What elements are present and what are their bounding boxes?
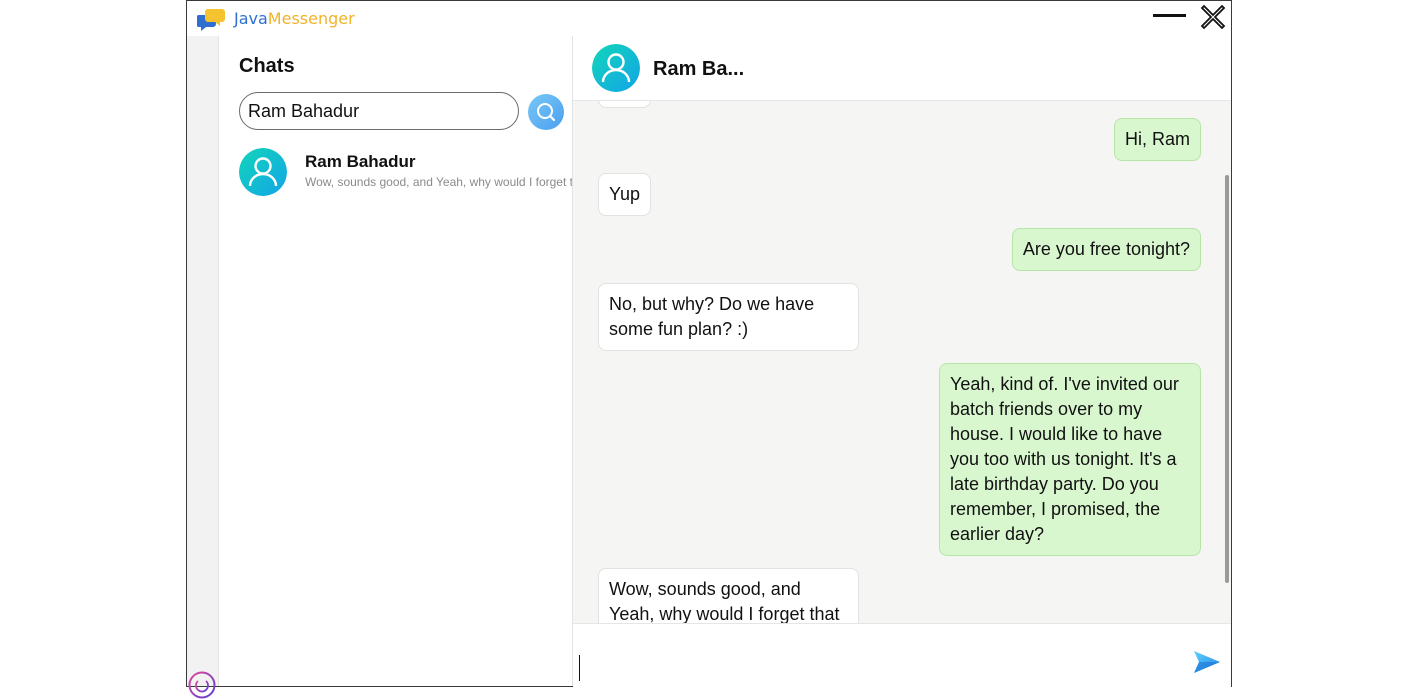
conversation-header: Ram Ba... [573, 36, 1231, 101]
search-input[interactable] [239, 92, 519, 130]
avatar [239, 148, 287, 196]
app-title: JavaMessenger [234, 9, 355, 28]
contact-name: Ram Ba... [653, 58, 745, 80]
chats-panel: Chats Ram Bahadur Ram Bahadur Wow, sound… [219, 36, 573, 686]
composer [573, 623, 1231, 687]
send-icon [1194, 651, 1220, 673]
message-outgoing: Are you free tonight? [1011, 228, 1201, 271]
message-input[interactable] [579, 642, 1183, 674]
message-scrollbar[interactable] [1225, 175, 1229, 583]
send-button[interactable] [1193, 648, 1221, 676]
app-title-part1: Java [234, 9, 268, 28]
message-incoming: Yup [598, 173, 652, 216]
chats-title: Chats [239, 55, 295, 77]
chat-item-name: Ram Bahadur [305, 152, 416, 171]
search-button[interactable] [528, 94, 564, 130]
close-button[interactable] [1200, 4, 1226, 30]
power-icon[interactable] [188, 671, 216, 699]
minimize-button[interactable] [1153, 7, 1187, 23]
message-list: Hi, Ram Yup Are you free tonight? No, bu… [573, 101, 1231, 623]
search-icon [537, 103, 556, 122]
message-outgoing: Hi, Ram [1113, 118, 1201, 161]
text-caret [579, 655, 580, 681]
avatar-icon [592, 44, 640, 92]
close-icon [1200, 4, 1226, 30]
chat-item-preview: Wow, sounds good, and Yeah, why would I … [305, 175, 573, 189]
conversation-panel: Ram Ba... Hi, Ram Yup Are you free tonig… [573, 36, 1231, 687]
avatar-icon [239, 148, 287, 196]
left-rail [187, 36, 219, 699]
contact-avatar [592, 44, 640, 92]
message-incoming: Wow, sounds good, and Yeah, why would I … [598, 568, 859, 623]
message-outgoing: Yeah, kind of. I've invited our batch fr… [939, 363, 1201, 556]
title-bar: JavaMessenger [187, 1, 1231, 36]
minimize-icon [1153, 14, 1186, 17]
message-incoming [598, 101, 651, 108]
message-incoming: No, but why? Do we have some fun plan? :… [598, 283, 859, 351]
app-logo-icon [197, 9, 225, 31]
app-title-part2: Messenger [267, 9, 355, 28]
app-window: JavaMessenger Chats Ram Bahadur Ram Baha… [186, 0, 1232, 699]
chat-list-item[interactable]: Ram Bahadur Wow, sounds good, and Yeah, … [219, 141, 572, 203]
